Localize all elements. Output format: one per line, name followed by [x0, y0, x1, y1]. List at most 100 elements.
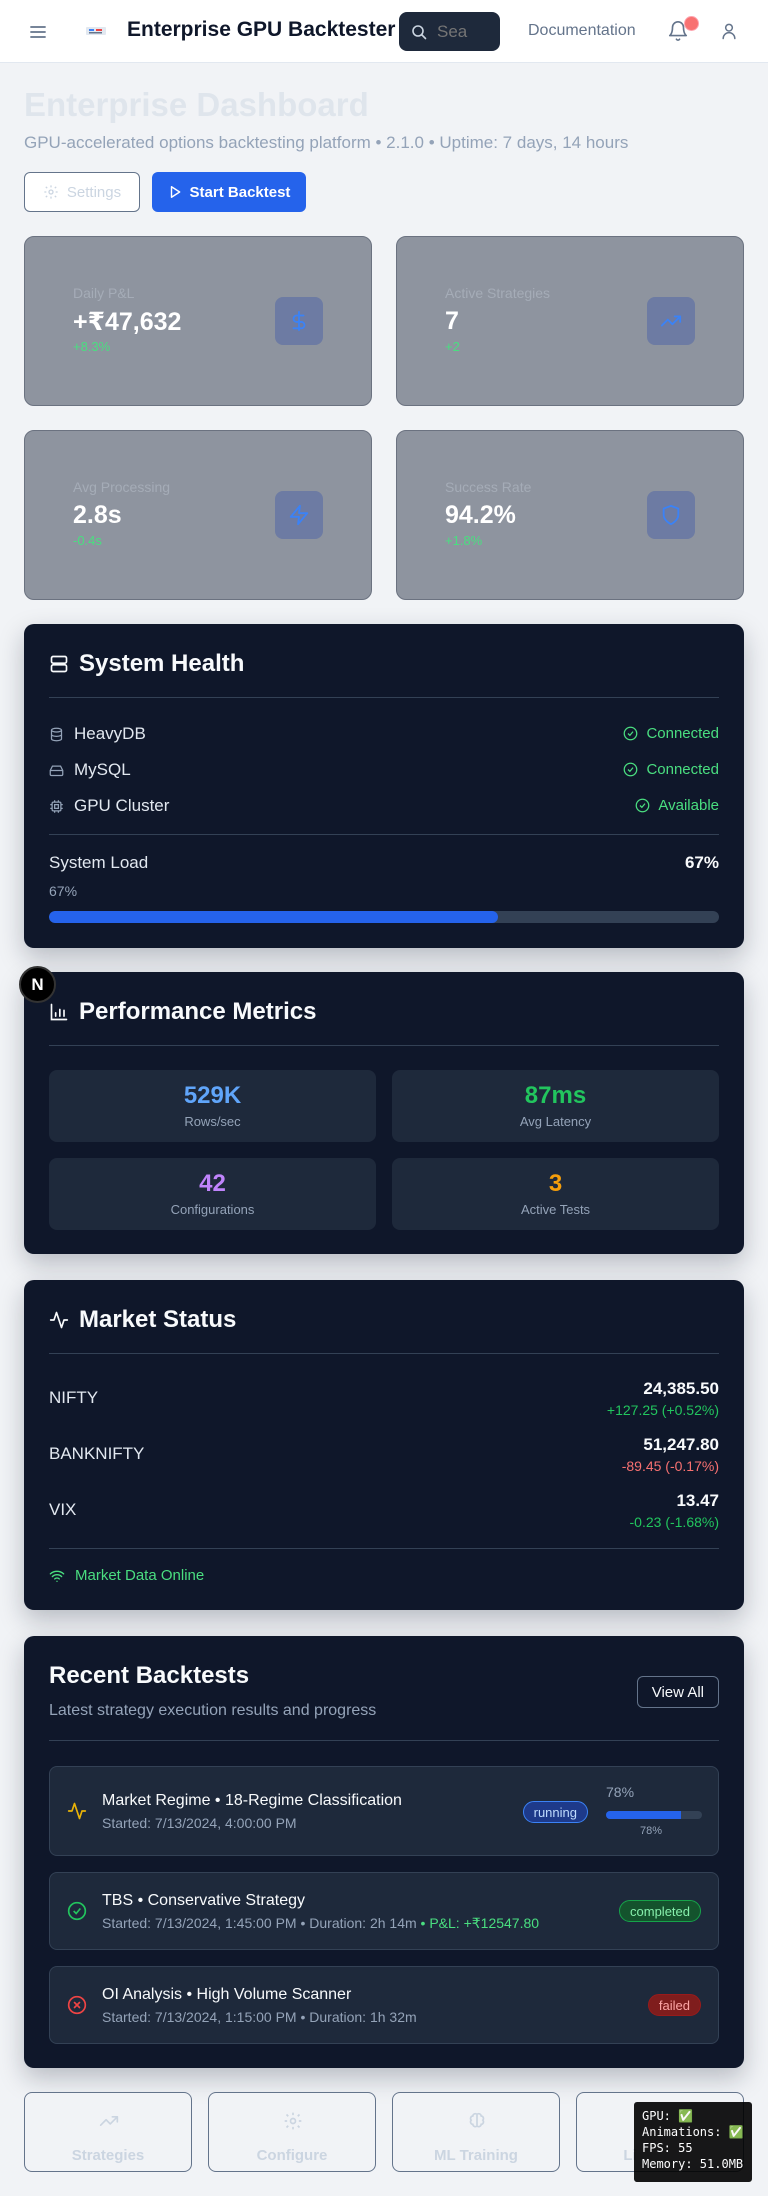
- status-badge: running: [522, 1801, 588, 1823]
- stat-value: +₹47,632: [73, 308, 182, 336]
- x-circle-icon: [67, 1995, 87, 2015]
- settings-button[interactable]: Settings: [24, 172, 140, 212]
- shield-icon: [647, 491, 695, 539]
- recent-backtests-title: Recent Backtests: [49, 1662, 249, 1690]
- divider: [49, 1045, 719, 1046]
- system-health-panel: System Health HeavyDB Connected MySQL Co…: [24, 624, 744, 948]
- backtest-progress-bar: [606, 1811, 702, 1819]
- logo-icon: [86, 27, 106, 35]
- quick-link-label: Strategies: [71, 2147, 145, 2164]
- system-load-bar: [49, 911, 719, 923]
- metric-label: Avg Latency: [519, 1114, 592, 1129]
- health-status: Available: [635, 797, 719, 814]
- backtest-item-completed[interactable]: TBS • Conservative Strategy Started: 7/1…: [49, 1872, 719, 1950]
- backtest-title: OI Analysis • High Volume Scanner: [102, 1986, 352, 2003]
- market-name-banknifty: BANKNIFTY: [49, 1444, 145, 1463]
- stat-change: +8.3%: [73, 339, 111, 354]
- metric-label: Rows/sec: [184, 1114, 241, 1129]
- health-item-label: MySQL: [74, 760, 131, 779]
- debug-line: FPS: 55: [642, 2141, 693, 2155]
- metric-value: 87ms: [524, 1082, 587, 1109]
- stat-value: 2.8s: [73, 501, 122, 529]
- metric-avg-latency: 87ms Avg Latency: [392, 1070, 719, 1142]
- metric-value: 3: [548, 1170, 563, 1197]
- metric-configurations: 42 Configurations: [49, 1158, 376, 1230]
- top-header: Enterprise GPU Backtester Documentation: [0, 0, 768, 63]
- backtest-pnl: • P&L: +₹12547.80: [420, 1915, 540, 1931]
- panel-title-text: Recent Backtests: [49, 1662, 250, 1689]
- bar-chart-icon: [50, 1003, 68, 1021]
- health-status-text: Connected: [646, 761, 719, 778]
- divider: [49, 1740, 719, 1741]
- stat-card-daily-pnl: Daily P&L +₹47,632 +8.3%: [24, 236, 372, 406]
- quick-link-strategies[interactable]: Strategies: [24, 2092, 192, 2172]
- status-badge: completed: [619, 1900, 701, 1922]
- market-change: +127.25 (+0.52%): [606, 1402, 719, 1418]
- start-backtest-label: Start Backtest: [189, 183, 291, 201]
- status-badge: failed: [647, 1994, 701, 2016]
- zap-icon: [275, 491, 323, 539]
- divider: [49, 834, 719, 835]
- debug-line: Memory: 51.0MB: [642, 2157, 744, 2171]
- metric-label: Configurations: [170, 1202, 255, 1217]
- stat-label: Daily P&L: [73, 285, 135, 301]
- menu-icon[interactable]: [28, 22, 48, 42]
- gear-icon: [284, 2112, 302, 2130]
- backtest-meta: Started: 7/13/2024, 1:45:00 PM • Duratio…: [102, 1915, 539, 1932]
- backtest-title: TBS • Conservative Strategy: [102, 1892, 306, 1909]
- market-status-title: Market Status: [49, 1306, 236, 1334]
- divider: [49, 1353, 719, 1354]
- view-all-button[interactable]: View All: [636, 1676, 719, 1708]
- backtest-progress-small: 78%: [640, 1825, 663, 1837]
- user-icon[interactable]: [719, 21, 739, 41]
- hard-drive-icon: [49, 765, 64, 776]
- backtest-item-failed[interactable]: OI Analysis • High Volume Scanner Starte…: [49, 1966, 719, 2044]
- market-price: 13.47: [676, 1491, 719, 1510]
- panel-title-text: Performance Metrics: [79, 998, 317, 1025]
- debug-overlay: GPU: ✅ Animations: ✅ FPS: 55 Memory: 51.…: [634, 2102, 752, 2182]
- dollar-icon: [275, 297, 323, 345]
- health-status-text: Available: [658, 797, 719, 814]
- stat-label: Active Strategies: [445, 285, 551, 301]
- backtest-progress-label: 78%: [606, 1784, 635, 1800]
- market-price: 24,385.50: [643, 1379, 719, 1398]
- server-icon: [50, 655, 68, 673]
- system-load-fill: [49, 911, 498, 923]
- health-item-gpu-cluster: GPU Cluster: [49, 796, 169, 816]
- divider: [49, 1548, 719, 1549]
- system-load-value: 67%: [684, 853, 719, 872]
- nextjs-badge[interactable]: N: [19, 966, 56, 1003]
- start-backtest-button[interactable]: Start Backtest: [152, 172, 306, 212]
- stat-card-avg-processing: Avg Processing 2.8s -0.4s: [24, 430, 372, 600]
- activity-icon: [67, 1802, 87, 1820]
- backtest-item-running[interactable]: Market Regime • 18-Regime Classification…: [49, 1766, 719, 1856]
- documentation-link[interactable]: Documentation: [528, 22, 636, 40]
- stat-change: -0.4s: [73, 533, 102, 548]
- backtest-meta: Started: 7/13/2024, 1:15:00 PM • Duratio…: [102, 2009, 417, 2025]
- search-box[interactable]: [399, 12, 500, 51]
- check-circle-icon: [624, 762, 638, 777]
- trending-up-icon: [99, 2116, 119, 2126]
- backtest-meta-text: Started: 7/13/2024, 1:45:00 PM • Duratio…: [102, 1915, 417, 1931]
- panel-title-text: Market Status: [79, 1306, 237, 1333]
- market-price: 51,247.80: [643, 1435, 719, 1454]
- play-icon: [170, 186, 180, 198]
- recent-backtests-subtitle: Latest strategy execution results and pr…: [49, 1702, 377, 1719]
- health-status-text: Connected: [646, 725, 719, 742]
- metric-active-tests: 3 Active Tests: [392, 1158, 719, 1230]
- health-status: Connected: [623, 725, 719, 742]
- health-item-mysql: MySQL: [49, 760, 131, 780]
- wifi-icon: [49, 1570, 65, 1582]
- stat-label: Success Rate: [445, 479, 532, 495]
- backtest-title: Market Regime • 18-Regime Classification: [102, 1792, 402, 1809]
- backtest-meta: Started: 7/13/2024, 4:00:00 PM: [102, 1815, 297, 1831]
- health-item-label: HeavyDB: [74, 724, 146, 743]
- market-name-vix: VIX: [49, 1500, 77, 1519]
- quick-link-configure[interactable]: Configure: [208, 2092, 376, 2172]
- page-subtitle: GPU-accelerated options backtesting plat…: [24, 133, 629, 152]
- stat-change: +1.8%: [445, 533, 483, 548]
- debug-line: GPU: ✅: [642, 2109, 694, 2123]
- database-icon: [50, 727, 63, 741]
- search-input[interactable]: [437, 21, 497, 42]
- market-data-status: Market Data Online: [49, 1567, 204, 1584]
